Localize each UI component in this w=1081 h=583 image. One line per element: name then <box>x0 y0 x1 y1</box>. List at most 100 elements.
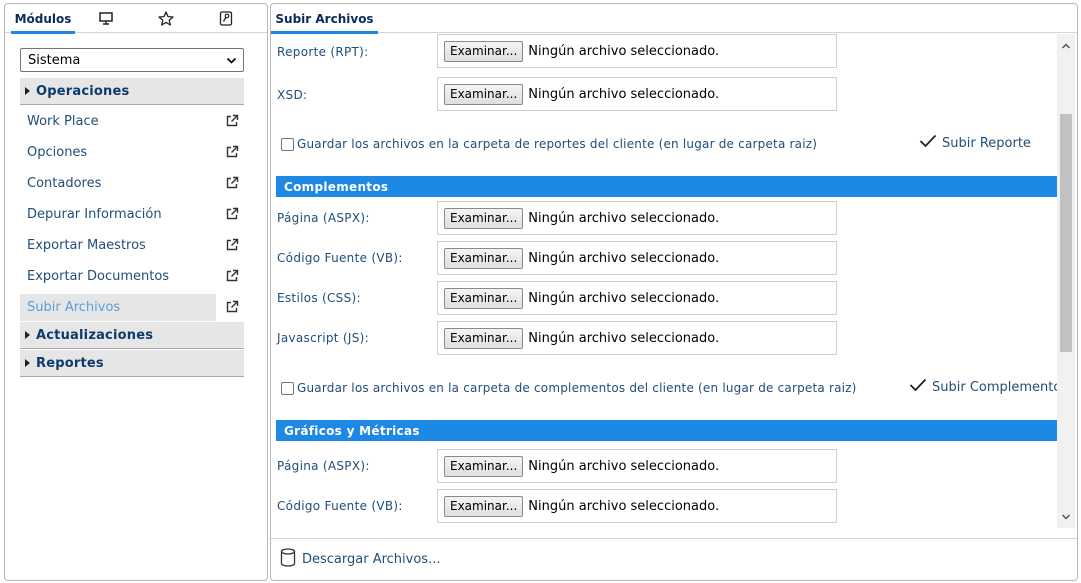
complementos-folder-checkbox-label: Guardar los archivos en la carpeta de co… <box>297 381 857 395</box>
upload-panel: Subir Archivos Reporte (RPT): Examinar..… <box>270 3 1078 581</box>
caret-right-icon <box>25 331 30 339</box>
rpt-file-input[interactable]: Examinar... Ningún archivo seleccionado. <box>437 34 837 68</box>
file-status: Ningún archivo seleccionado. <box>528 290 720 306</box>
scroll-up-icon[interactable] <box>1061 40 1071 50</box>
upload-form: Reporte (RPT): Examinar... Ningún archiv… <box>271 34 1077 528</box>
vb-file-input[interactable]: Examinar... Ningún archivo seleccionado. <box>437 241 837 275</box>
menu-item-contadores[interactable]: Contadores <box>20 170 244 197</box>
css-label: Estilos (CSS): <box>277 291 361 305</box>
menu-item-subir-archivos[interactable]: Subir Archivos <box>20 294 216 321</box>
left-tab-bar: Módulos <box>5 4 267 34</box>
browse-button[interactable]: Examinar... <box>444 495 524 517</box>
xsd-file-input[interactable]: Examinar... Ningún archivo seleccionado. <box>437 77 837 111</box>
menu-item-opciones[interactable]: Opciones <box>20 139 244 166</box>
group-actualizaciones[interactable]: Actualizaciones <box>20 322 244 349</box>
browse-button[interactable]: Examinar... <box>444 247 524 269</box>
external-link-icon[interactable] <box>225 176 239 194</box>
browse-button[interactable]: Examinar... <box>444 207 524 229</box>
caret-right-icon <box>25 359 30 367</box>
file-status: Ningún archivo seleccionado. <box>528 458 720 474</box>
menu-item-work-place[interactable]: Work Place <box>20 108 244 135</box>
file-status: Ningún archivo seleccionado. <box>528 330 720 346</box>
css-file-input[interactable]: Examinar... Ningún archivo seleccionado. <box>437 281 837 315</box>
tab-modulos-label: Módulos <box>14 11 72 26</box>
subir-reporte-label: Subir Reporte <box>942 135 1031 151</box>
scrollbar-thumb[interactable] <box>1060 114 1072 352</box>
section-graficos: Gráficos y Métricas <box>276 420 1058 441</box>
menu-item-exportar-maestros[interactable]: Exportar Maestros <box>20 232 244 259</box>
graficos-vb-file-input[interactable]: Examinar... Ningún archivo seleccionado. <box>437 489 837 523</box>
aspx-file-input[interactable]: Examinar... Ningún archivo seleccionado. <box>437 201 837 235</box>
check-icon <box>909 378 932 396</box>
js-label: Javascript (JS): <box>277 331 369 345</box>
tab-monitor[interactable] <box>89 4 123 33</box>
database-icon[interactable] <box>280 548 296 571</box>
caret-right-icon <box>25 87 30 95</box>
file-status: Ningún archivo seleccionado. <box>528 210 720 226</box>
browse-button[interactable]: Examinar... <box>444 40 524 62</box>
complementos-folder-checkbox-row[interactable]: Guardar los archivos en la carpeta de co… <box>281 381 857 395</box>
tab-subir-archivos[interactable]: Subir Archivos <box>271 4 378 34</box>
js-file-input[interactable]: Examinar... Ningún archivo seleccionado. <box>437 321 837 355</box>
module-select[interactable]: Sistema <box>20 48 244 72</box>
menu-item-exportar-documentos[interactable]: Exportar Documentos <box>20 263 244 290</box>
tab-tools[interactable] <box>209 4 243 33</box>
external-link-icon[interactable] <box>225 114 239 132</box>
module-select-value: Sistema <box>28 52 81 68</box>
reportes-folder-checkbox-label: Guardar los archivos en la carpeta de re… <box>297 137 818 151</box>
menu-item-label: Exportar Documentos <box>27 269 170 284</box>
section-complementos: Complementos <box>276 176 1058 197</box>
menu-item-label: Subir Archivos <box>27 300 121 315</box>
external-link-icon[interactable] <box>225 207 239 225</box>
menu-item-label: Exportar Maestros <box>27 238 146 253</box>
right-tab-bar: Subir Archivos <box>271 4 1077 34</box>
xsd-label: XSD: <box>277 88 308 102</box>
group-operaciones[interactable]: Operaciones <box>20 78 244 105</box>
group-operaciones-label: Operaciones <box>36 83 130 99</box>
tab-modulos[interactable]: Módulos <box>11 4 75 34</box>
tab-favorites[interactable] <box>149 4 183 33</box>
rpt-label: Reporte (RPT): <box>277 45 369 59</box>
browse-button[interactable]: Examinar... <box>444 287 524 309</box>
graficos-vb-label: Código Fuente (VB): <box>277 499 403 513</box>
scroll-down-icon[interactable] <box>1061 511 1071 521</box>
file-status: Ningún archivo seleccionado. <box>528 86 720 102</box>
reportes-folder-checkbox-row[interactable]: Guardar los archivos en la carpeta de re… <box>281 137 817 151</box>
group-reportes-label: Reportes <box>36 355 104 371</box>
check-icon <box>919 134 942 152</box>
group-actualizaciones-label: Actualizaciones <box>36 327 154 343</box>
external-link-icon[interactable] <box>225 269 239 287</box>
reportes-folder-checkbox[interactable] <box>281 137 294 151</box>
star-icon <box>158 11 174 26</box>
external-link-icon[interactable] <box>225 300 239 318</box>
download-files-link[interactable]: Descargar Archivos... <box>302 552 440 567</box>
menu-item-depurar-informacion[interactable]: Depurar Información <box>20 201 244 228</box>
subir-complemento-label: Subir Complemento <box>932 379 1062 395</box>
graficos-aspx-label: Página (ASPX): <box>277 459 370 473</box>
browse-button[interactable]: Examinar... <box>444 455 524 477</box>
menu-item-label: Contadores <box>27 176 102 191</box>
section-complementos-title: Complementos <box>284 179 389 194</box>
browse-button[interactable]: Examinar... <box>444 327 524 349</box>
file-status: Ningún archivo seleccionado. <box>528 250 720 266</box>
external-link-icon[interactable] <box>225 238 239 256</box>
tab-subir-archivos-label: Subir Archivos <box>275 11 374 26</box>
group-reportes[interactable]: Reportes <box>20 350 244 377</box>
menu-item-label: Depurar Información <box>27 207 162 222</box>
vb-label: Código Fuente (VB): <box>277 251 403 265</box>
menu-item-label: Work Place <box>27 114 99 129</box>
file-status: Ningún archivo seleccionado. <box>528 498 720 514</box>
section-graficos-title: Gráficos y Métricas <box>284 423 420 438</box>
complementos-folder-checkbox[interactable] <box>281 381 294 395</box>
graficos-aspx-file-input[interactable]: Examinar... Ningún archivo seleccionado. <box>437 449 837 483</box>
monitor-icon <box>99 12 113 25</box>
chevron-down-icon <box>226 55 237 70</box>
subir-reporte-button[interactable]: Subir Reporte <box>919 134 1031 152</box>
menu-item-label: Opciones <box>27 145 88 160</box>
subir-complemento-button[interactable]: Subir Complemento <box>909 378 1061 396</box>
modules-panel: Módulos Sistema Operaciones Work Place O… <box>4 3 268 581</box>
file-status: Ningún archivo seleccionado. <box>528 43 720 59</box>
external-link-icon[interactable] <box>225 145 239 163</box>
vertical-scrollbar[interactable] <box>1057 34 1075 528</box>
browse-button[interactable]: Examinar... <box>444 83 524 105</box>
